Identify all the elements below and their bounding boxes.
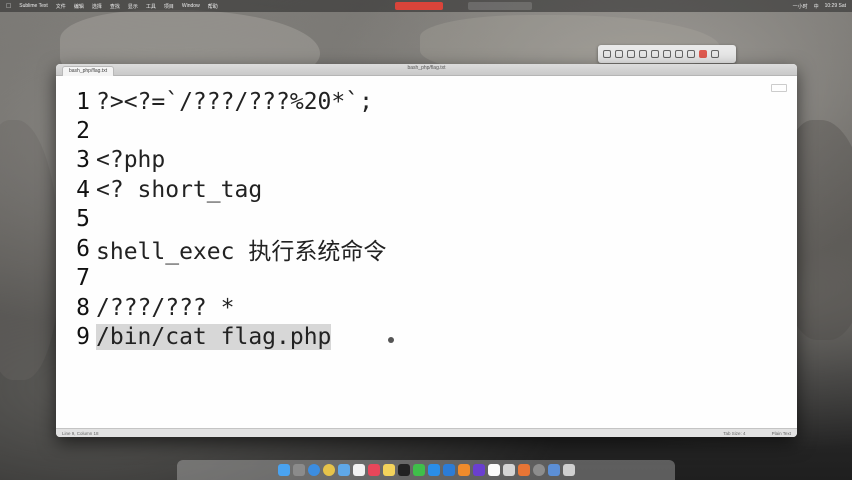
recording-indicator[interactable] bbox=[395, 2, 443, 10]
pen-tool-icon[interactable] bbox=[615, 50, 623, 58]
menu-item[interactable]: 工具 bbox=[146, 3, 156, 10]
line-number: 4 bbox=[76, 177, 90, 203]
wallpaper-rock bbox=[0, 120, 60, 380]
notes-icon[interactable] bbox=[382, 464, 395, 476]
text-tool-icon[interactable] bbox=[627, 50, 635, 58]
wechat-icon[interactable] bbox=[412, 464, 425, 476]
line-number: 5 bbox=[76, 206, 90, 232]
cursor-position: Line 9, Column 18 bbox=[62, 430, 99, 436]
code-line: 6 shell_exec 执行系统命令 bbox=[56, 235, 387, 265]
menu-item[interactable]: 项目 bbox=[164, 3, 174, 10]
mail-icon[interactable] bbox=[337, 464, 350, 476]
menu-item[interactable]: Sublime Text bbox=[19, 3, 48, 9]
browser-icon[interactable] bbox=[472, 464, 485, 476]
save-icon[interactable] bbox=[675, 50, 683, 58]
menu-item[interactable]: 文件 bbox=[56, 3, 66, 10]
status-item[interactable]: 一小时 bbox=[793, 3, 808, 10]
launchpad-icon[interactable] bbox=[292, 464, 305, 476]
menu-item[interactable]: 编辑 bbox=[74, 3, 84, 10]
confirm-icon[interactable] bbox=[711, 50, 719, 58]
code-text: /???/??? * bbox=[96, 295, 235, 321]
terminal-icon[interactable] bbox=[397, 464, 410, 476]
selected-code-text[interactable]: /bin/cat flag.php bbox=[96, 324, 332, 350]
editor-window: bash_php/flag.txt bash_php/flag.txt 1 ?>… bbox=[56, 64, 797, 437]
status-pill[interactable] bbox=[468, 2, 532, 10]
trash-icon[interactable] bbox=[562, 464, 575, 476]
code-line: 7 bbox=[56, 264, 96, 292]
typora-icon[interactable] bbox=[502, 464, 515, 476]
rect-tool-icon[interactable] bbox=[603, 50, 611, 58]
dock bbox=[177, 460, 675, 480]
code-line: 3 <?php bbox=[56, 146, 165, 174]
burp-icon[interactable] bbox=[517, 464, 530, 476]
qq-icon[interactable] bbox=[427, 464, 440, 476]
code-line: 1 ?><?=`/???/???%20*`; bbox=[56, 88, 373, 116]
calendar-icon[interactable] bbox=[487, 464, 500, 476]
undo-icon[interactable] bbox=[663, 50, 671, 58]
line-number: 2 bbox=[76, 118, 90, 144]
vscode-icon[interactable] bbox=[442, 464, 455, 476]
status-bar: Line 9, Column 18 Tab Size: 4 Plain Text bbox=[56, 428, 797, 437]
menu-item[interactable]: Window bbox=[182, 3, 200, 9]
code-text: <? short_tag bbox=[96, 177, 263, 203]
sublime-icon[interactable] bbox=[457, 464, 470, 476]
menu-item[interactable]: 选择 bbox=[92, 3, 102, 10]
finder-icon[interactable] bbox=[277, 464, 290, 476]
code-line: 4 <? short_tag bbox=[56, 176, 262, 204]
menu-item[interactable]: 帮助 bbox=[208, 3, 218, 10]
code-text: <?php bbox=[96, 147, 166, 173]
current-code-line: 9 /bin/cat flag.php bbox=[56, 323, 332, 351]
arrow-tool-icon[interactable] bbox=[639, 50, 647, 58]
tab-size-selector[interactable]: Tab Size: 4 bbox=[723, 431, 745, 436]
clock[interactable]: 10:29 Sat bbox=[825, 3, 846, 10]
line-number: 3 bbox=[76, 147, 90, 173]
code-editor[interactable]: 1 ?><?=`/???/???%20*`; 2 3 <?php 4 <? sh… bbox=[56, 76, 797, 428]
mosaic-tool-icon[interactable] bbox=[651, 50, 659, 58]
line-number: 7 bbox=[76, 265, 90, 291]
menu-item[interactable]: 查找 bbox=[110, 3, 120, 10]
line-number: 6 bbox=[76, 236, 90, 262]
photos-icon[interactable] bbox=[352, 464, 365, 476]
window-title: bash_php/flag.txt bbox=[407, 65, 446, 71]
apple-icon[interactable]:  bbox=[6, 3, 11, 10]
code-line: 5 bbox=[56, 205, 96, 233]
line-number: 8 bbox=[76, 295, 90, 321]
status-area: 一小时 中 10:29 Sat bbox=[793, 3, 852, 10]
title-bar: bash_php/flag.txt bash_php/flag.txt bbox=[56, 64, 797, 76]
downloads-icon[interactable] bbox=[547, 464, 560, 476]
mouse-cursor-icon bbox=[388, 337, 394, 343]
code-text: ?><?=`/???/???%20*`; bbox=[96, 89, 373, 115]
menu-item[interactable]: 显示 bbox=[128, 3, 138, 10]
safari-icon[interactable] bbox=[307, 464, 320, 476]
chrome-icon[interactable] bbox=[322, 464, 335, 476]
code-line: 8 /???/??? * bbox=[56, 294, 234, 322]
status-item[interactable]: 中 bbox=[814, 3, 819, 10]
close-icon[interactable] bbox=[699, 50, 707, 58]
pin-icon[interactable] bbox=[687, 50, 695, 58]
annotation-toolbar bbox=[598, 45, 736, 63]
music-icon[interactable] bbox=[367, 464, 380, 476]
line-number: 1 bbox=[76, 89, 90, 115]
code-line: 2 bbox=[56, 117, 96, 145]
code-text: shell_exec 执行系统命令 bbox=[96, 239, 387, 265]
syntax-selector[interactable]: Plain Text bbox=[772, 431, 791, 436]
settings-icon[interactable] bbox=[532, 464, 545, 476]
line-number: 9 bbox=[76, 324, 90, 350]
